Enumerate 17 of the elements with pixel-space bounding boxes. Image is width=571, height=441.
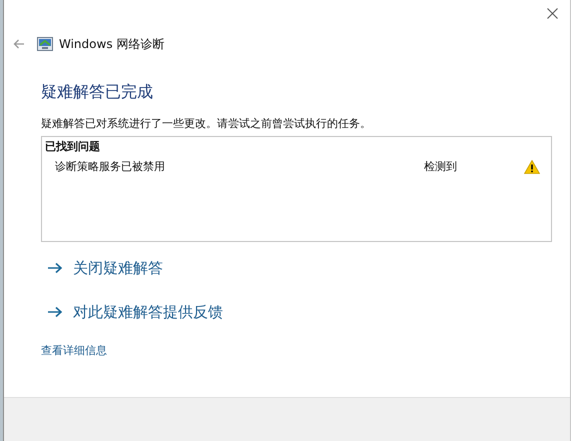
close-icon	[547, 8, 558, 19]
action-link[interactable]: 对此疑难解答提供反馈	[41, 303, 223, 321]
action-link[interactable]: 关闭疑难解答	[41, 259, 163, 277]
back-arrow-icon	[13, 39, 25, 49]
heading: 疑难解答已完成	[41, 82, 154, 102]
window-title: Windows 网络诊断	[59, 36, 164, 52]
problems-title: 已找到问题	[45, 139, 101, 154]
arrow-icon	[47, 306, 63, 318]
network-diagnostics-icon	[37, 37, 53, 51]
arrow-icon	[47, 262, 63, 274]
description-text: 疑难解答已对系统进行了一些更改。请尝试之前曾尝试执行的任务。	[41, 117, 372, 131]
problem-status: 检测到	[424, 159, 458, 174]
warning-icon	[524, 160, 540, 174]
details-link[interactable]: 查看详细信息	[41, 343, 107, 358]
problem-name: 诊断策略服务已被禁用	[55, 159, 166, 174]
back-button[interactable]	[13, 39, 25, 49]
close-button[interactable]	[545, 6, 560, 21]
